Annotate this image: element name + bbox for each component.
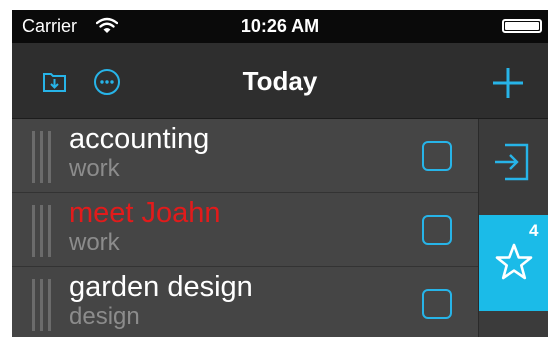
- sidebar-item-inbox[interactable]: [479, 119, 548, 215]
- task-list: accounting work meet Joahn work garden d…: [12, 119, 478, 337]
- task-category: work: [69, 229, 120, 256]
- page-title: Today: [242, 66, 318, 96]
- task-checkbox[interactable]: [422, 141, 452, 171]
- task-category: work: [69, 155, 120, 182]
- task-category: design: [69, 303, 140, 330]
- battery-icon: [502, 19, 542, 33]
- navigation-bar: Today: [12, 43, 548, 119]
- drag-handle-icon[interactable]: [32, 131, 52, 183]
- drag-handle-icon[interactable]: [32, 279, 52, 331]
- status-bar: Carrier 10:26 AM: [12, 10, 548, 43]
- task-row[interactable]: garden design design: [12, 267, 478, 337]
- login-arrow-icon: [495, 143, 529, 181]
- sidebar-item-starred[interactable]: 4: [479, 215, 548, 311]
- task-title: garden design: [69, 271, 253, 303]
- app-screen: Carrier 10:26 AM Today accounting work m…: [12, 10, 548, 337]
- task-title: accounting: [69, 123, 210, 155]
- clock-label: 10:26 AM: [240, 16, 320, 36]
- task-title: meet Joahn: [69, 197, 221, 229]
- task-checkbox[interactable]: [422, 289, 452, 319]
- task-row[interactable]: meet Joahn work: [12, 193, 478, 267]
- add-task-button[interactable]: [488, 63, 528, 103]
- plus-icon: [493, 68, 523, 98]
- task-checkbox[interactable]: [422, 215, 452, 245]
- drag-handle-icon[interactable]: [32, 205, 52, 257]
- filter-sidebar: 4: [478, 119, 548, 337]
- starred-count-badge: 4: [529, 221, 539, 240]
- task-row[interactable]: accounting work: [12, 119, 478, 193]
